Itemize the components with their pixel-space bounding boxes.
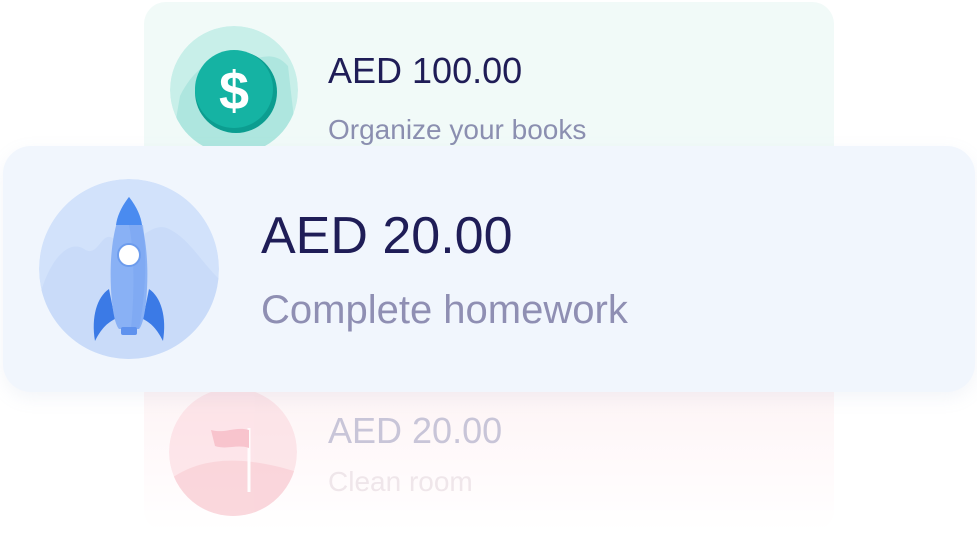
reward-amount: AED 100.00: [328, 50, 523, 91]
reward-card-homework[interactable]: AED 20.00 Complete homework: [3, 146, 975, 392]
task-label: Clean room: [328, 466, 473, 497]
reward-list: $ AED 100.00 Organize your books AED 20.…: [0, 0, 977, 536]
reward-amount: AED 20.00: [328, 410, 503, 451]
avatar: $: [170, 26, 298, 154]
avatar: [39, 179, 219, 359]
avatar: [169, 388, 297, 516]
task-label: Complete homework: [261, 288, 628, 332]
rocket-icon: [39, 179, 219, 359]
flag-icon: [169, 388, 297, 516]
task-label: Organize your books: [328, 114, 587, 145]
reward-card-clean-room[interactable]: AED 20.00 Clean room: [144, 372, 834, 532]
dollar-coin-icon: $: [170, 26, 298, 154]
svg-text:$: $: [219, 61, 249, 121]
reward-amount: AED 20.00: [261, 207, 513, 265]
